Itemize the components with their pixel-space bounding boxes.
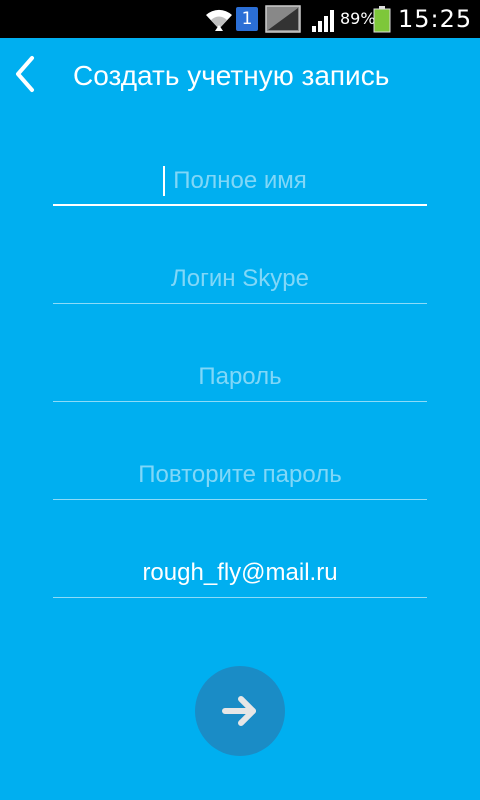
email-field[interactable] <box>53 548 427 598</box>
password-input[interactable] <box>53 352 427 402</box>
back-button[interactable] <box>8 52 48 96</box>
page-title: Создать учетную запись <box>73 60 390 91</box>
clock: 15:25 <box>398 5 473 33</box>
signal-icon <box>312 10 334 32</box>
wifi-icon <box>206 9 232 31</box>
battery-icon <box>373 6 391 33</box>
email-input[interactable] <box>53 548 427 598</box>
repeat-password-field[interactable] <box>53 450 427 500</box>
status-bar: 1 89% 15:25 <box>0 0 480 38</box>
skype-login-input[interactable] <box>53 254 427 304</box>
text-caret <box>163 166 165 196</box>
app-header: Создать учетную запись <box>0 38 480 112</box>
battery-percent: 89% <box>340 9 376 28</box>
chevron-left-icon <box>16 56 34 92</box>
image-icon <box>265 5 301 33</box>
notification-count: 1 <box>241 9 253 29</box>
arrow-right-icon <box>222 696 256 726</box>
full-name-field[interactable] <box>53 156 427 206</box>
repeat-password-input[interactable] <box>53 450 427 500</box>
full-name-input[interactable] <box>53 156 427 206</box>
skype-login-underline <box>53 303 427 304</box>
next-button[interactable] <box>195 666 285 756</box>
full-name-underline <box>53 204 427 206</box>
password-field[interactable] <box>53 352 427 402</box>
skype-login-field[interactable] <box>53 254 427 304</box>
email-underline <box>53 597 427 598</box>
password-underline <box>53 401 427 402</box>
notification-icon: 1 <box>236 7 258 31</box>
repeat-password-underline <box>53 499 427 500</box>
